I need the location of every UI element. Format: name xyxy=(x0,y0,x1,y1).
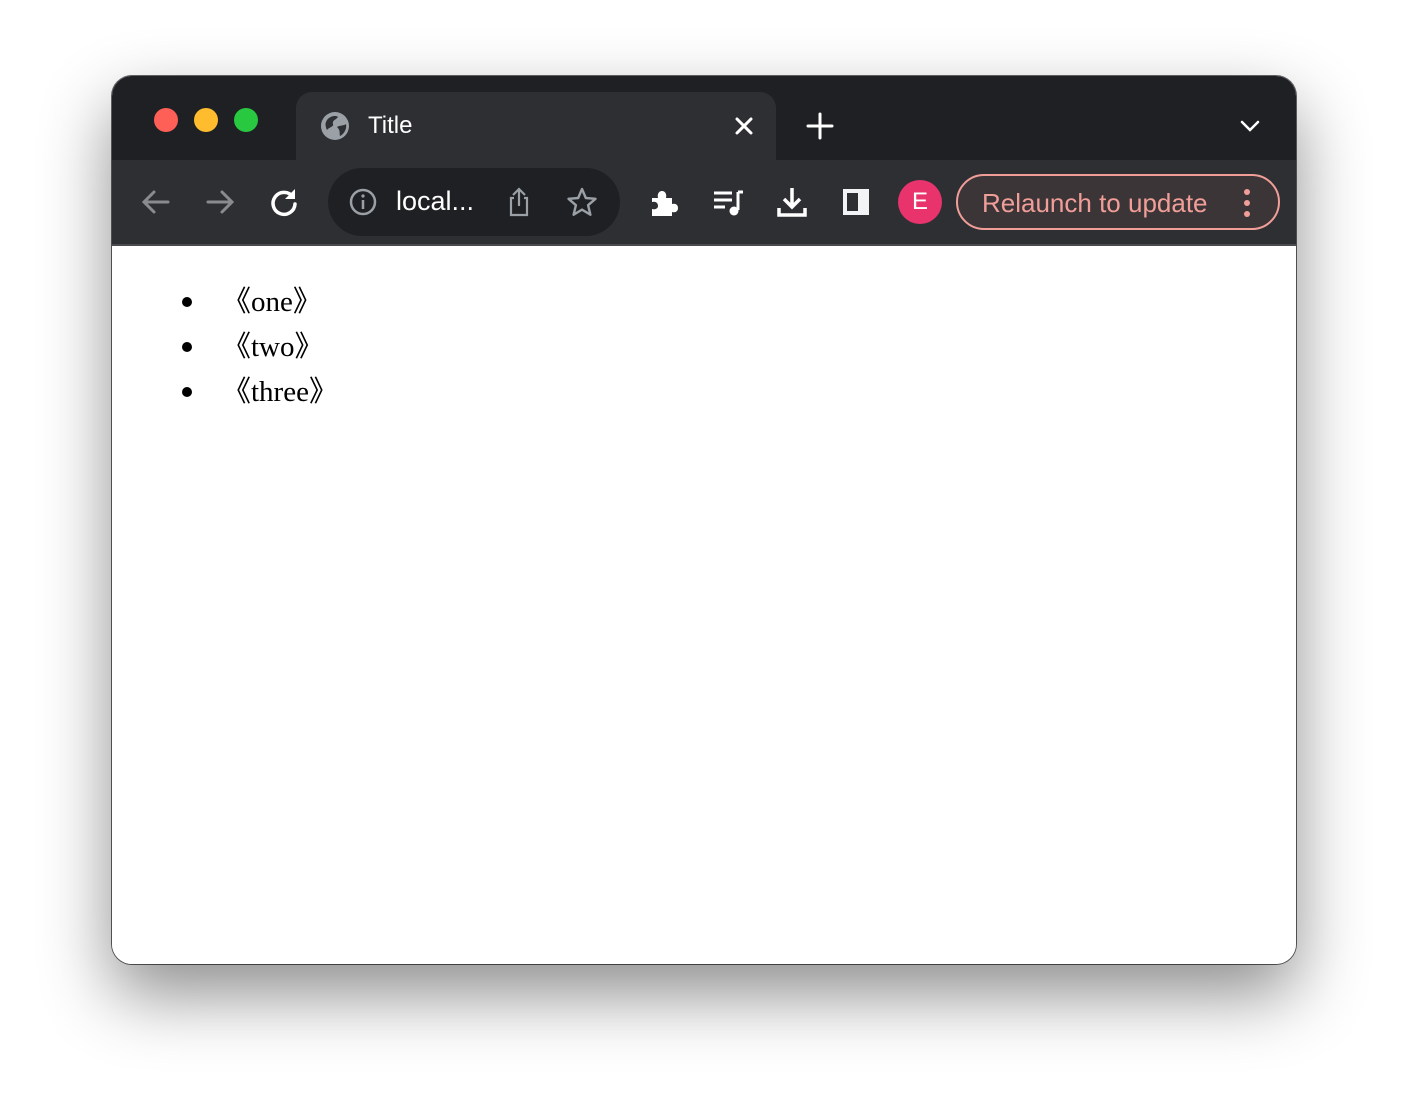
list-item-text: 《one》 xyxy=(222,286,322,318)
close-icon[interactable] xyxy=(732,114,756,138)
avatar[interactable]: E xyxy=(898,180,942,224)
omnibox[interactable]: local... xyxy=(328,168,620,236)
info-icon[interactable] xyxy=(348,187,378,217)
arrow-left-icon[interactable] xyxy=(140,186,172,218)
toolbar: local... E Relaunch to update xyxy=(112,160,1296,246)
list-item: 《one》 xyxy=(180,284,338,329)
download-icon[interactable] xyxy=(776,186,808,218)
list-item-text: 《three》 xyxy=(222,376,338,408)
share-icon[interactable] xyxy=(504,186,534,218)
arrow-right-icon[interactable] xyxy=(204,186,236,218)
window-close-button[interactable] xyxy=(154,108,178,132)
kebab-menu-icon[interactable] xyxy=(1242,188,1252,218)
bullet-icon xyxy=(182,297,192,307)
globe-icon xyxy=(321,112,349,140)
list-item: 《three》 xyxy=(180,374,338,419)
relaunch-label: Relaunch to update xyxy=(982,188,1208,218)
side-panel-icon[interactable] xyxy=(840,186,872,218)
tab-strip: Title xyxy=(112,76,1296,160)
window-maximize-button[interactable] xyxy=(234,108,258,132)
playlist-icon[interactable] xyxy=(712,186,744,218)
list-item: 《two》 xyxy=(180,329,338,374)
bullet-list: 《one》 《two》 《three》 xyxy=(180,284,338,419)
page-content: 《one》 《two》 《three》 xyxy=(112,246,1296,964)
puzzle-icon[interactable] xyxy=(648,186,680,218)
browser-window: Title local... E Relaunch to update 《one… xyxy=(112,76,1296,964)
tab-active[interactable]: Title xyxy=(296,92,776,160)
tab-title: Title xyxy=(368,112,413,139)
plus-icon[interactable] xyxy=(806,112,834,140)
window-minimize-button[interactable] xyxy=(194,108,218,132)
chevron-down-icon[interactable] xyxy=(1238,116,1262,136)
star-icon[interactable] xyxy=(566,186,598,218)
reload-icon[interactable] xyxy=(268,186,300,218)
url-text[interactable]: local... xyxy=(396,186,474,217)
list-item-text: 《two》 xyxy=(222,331,324,363)
relaunch-to-update-button[interactable]: Relaunch to update xyxy=(956,174,1280,230)
bullet-icon xyxy=(182,387,192,397)
bullet-icon xyxy=(182,342,192,352)
